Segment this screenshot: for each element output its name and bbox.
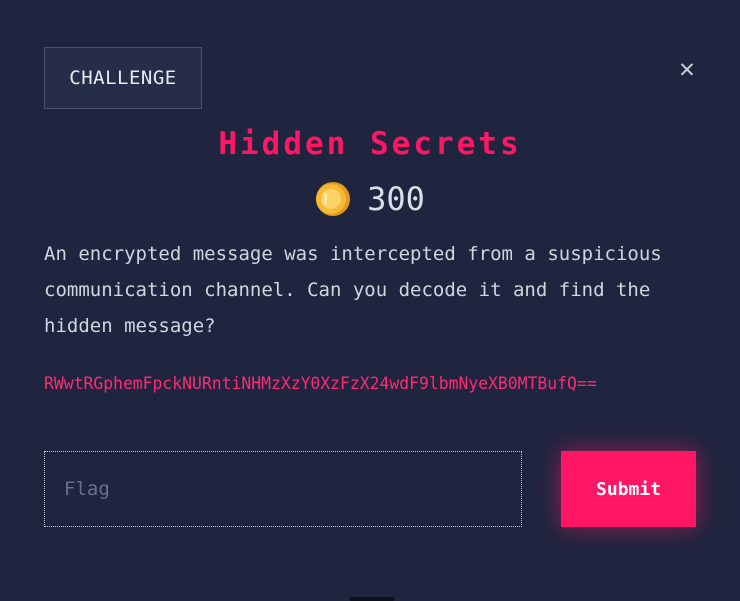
category-badge: CHALLENGE — [44, 47, 202, 109]
bottom-divider — [350, 597, 394, 601]
ciphertext: RWwtRGphemFpckNURntiNHMzXzY0XzFzX24wdF9l… — [44, 374, 597, 393]
challenge-title: Hidden Secrets — [218, 126, 522, 162]
submit-button[interactable]: Submit — [561, 451, 696, 527]
points-value: 300 — [367, 180, 425, 218]
flag-input[interactable] — [44, 451, 522, 527]
challenge-modal: CHALLENGE ✕ Hidden Secrets 300 An encryp… — [0, 0, 740, 601]
challenge-description: An encrypted message was intercepted fro… — [44, 243, 662, 337]
close-icon[interactable]: ✕ — [674, 56, 700, 82]
coin-icon — [316, 182, 351, 216]
points-row: 300 — [0, 180, 740, 218]
